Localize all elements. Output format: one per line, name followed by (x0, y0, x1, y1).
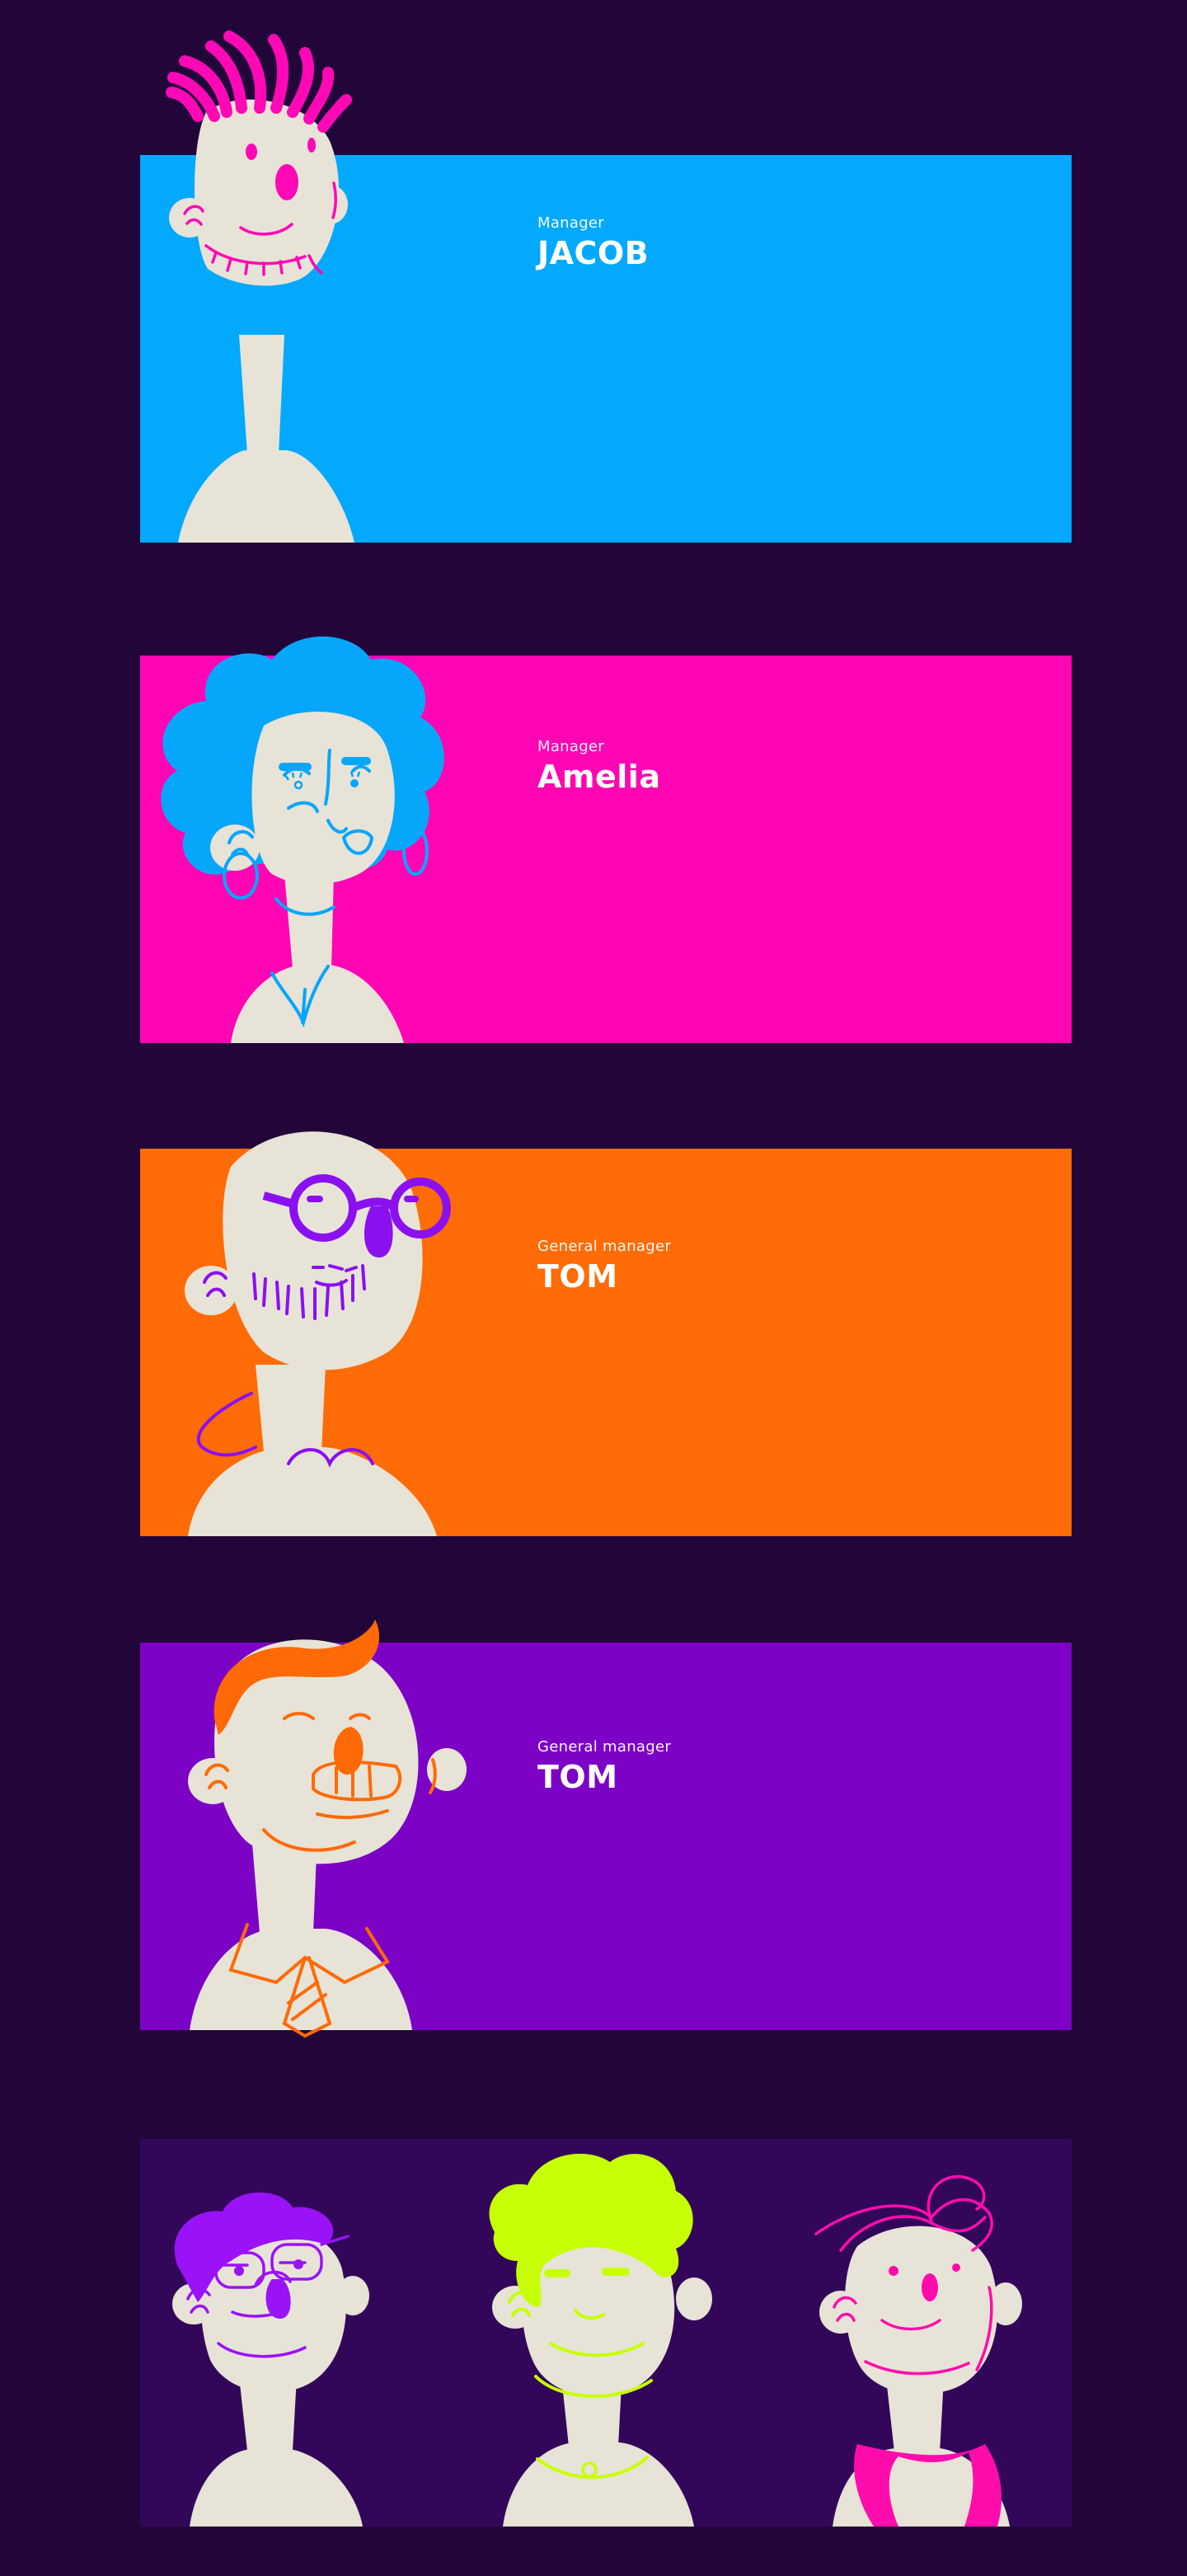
lime-hair-avatar (489, 2153, 712, 2527)
profile-card-jacob: Manager JACOB (140, 31, 1072, 543)
person-name: Amelia (537, 759, 661, 795)
role-label: General manager (537, 1238, 672, 1255)
profile-card-amelia: Manager Amelia (140, 636, 1072, 1043)
role-label: General manager (537, 1738, 672, 1756)
group-avatars-card (140, 2139, 1072, 2527)
profile-caption: General manager TOM (537, 1238, 671, 1295)
role-label: Manager (537, 738, 604, 755)
profile-card-tom-2: General manager TOM (140, 1619, 1072, 2038)
glasses-purple-hair-avatar (172, 2192, 369, 2527)
profile-caption: Manager Amelia (537, 738, 660, 795)
person-name: TOM (537, 1258, 618, 1295)
pink-swoosh-hair-avatar (814, 2174, 1022, 2527)
person-name: TOM (537, 1759, 618, 1795)
spiky-hair-avatar (166, 31, 354, 543)
bald-glasses-beard-avatar (185, 1131, 451, 1536)
redhead-tie-avatar (188, 1619, 467, 2038)
curly-hair-woman-avatar (161, 636, 444, 1043)
profile-caption: General manager TOM (537, 1738, 671, 1795)
role-label: Manager (537, 214, 604, 232)
person-name: JACOB (537, 235, 650, 271)
profile-card-tom-1: General manager TOM (140, 1131, 1072, 1536)
profile-caption: Manager JACOB (537, 214, 649, 271)
